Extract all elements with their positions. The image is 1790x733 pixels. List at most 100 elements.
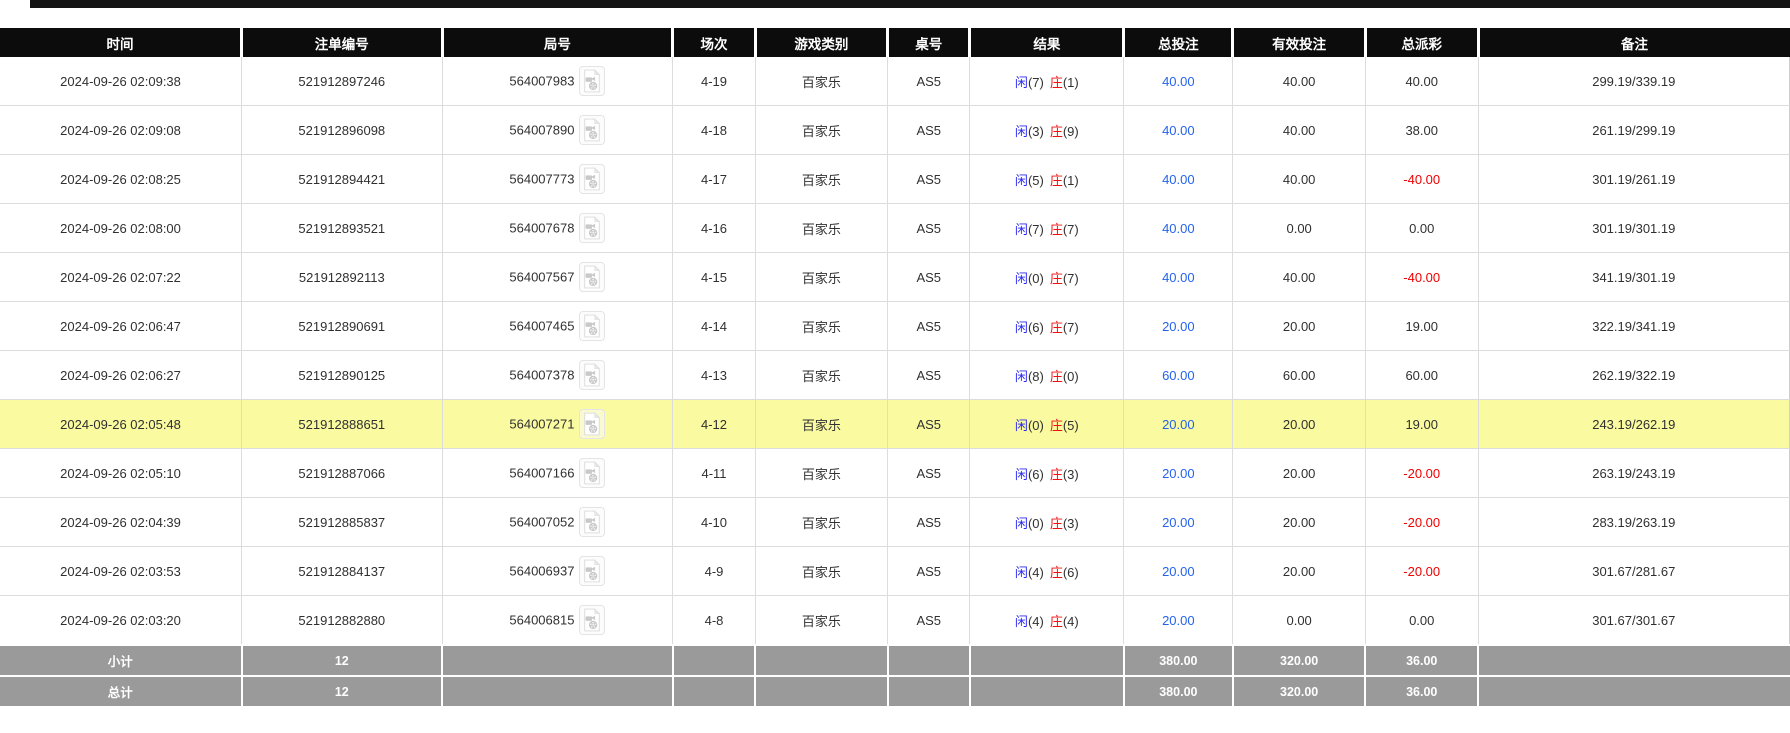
table-footer: 小计 12 380.00 320.00 36.00 总计 12 380.00 320.00 36.… <box>0 644 1790 708</box>
player-result-label: 闲 <box>1014 319 1028 335</box>
cell-payout: 38.00 <box>1364 105 1479 155</box>
cell-time: 2024-09-26 02:08:00 <box>0 203 243 253</box>
cell-result: 闲(0) 庄(5) <box>969 399 1125 449</box>
total-bet-link[interactable]: 20.00 <box>1162 466 1195 481</box>
summary-empty-cell <box>671 644 757 677</box>
video-replay-button[interactable] <box>579 115 606 145</box>
table-row: 2024-09-26 02:03:20 521912882880 564006815… <box>0 595 1790 646</box>
player-result-score: (8) <box>1027 368 1044 384</box>
cell-total-bet: 40.00 <box>1123 105 1234 155</box>
table-row: 2024-09-26 02:06:27 521912890125 564007378… <box>0 350 1790 400</box>
cell-table-no: AS5 <box>887 203 971 253</box>
cell-session: 4-19 <box>672 57 756 106</box>
cell-round-no: 564007773 <box>441 154 674 204</box>
total-bet-link[interactable]: 40.00 <box>1162 74 1195 89</box>
cell-total-bet: 20.00 <box>1123 399 1234 449</box>
column-header-valid_bet: 有效投注 <box>1231 28 1366 57</box>
summary-payout: 36.00 <box>1364 644 1480 677</box>
cell-result: 闲(7) 庄(7) <box>969 203 1125 253</box>
total-bet-link[interactable]: 20.00 <box>1162 564 1195 579</box>
player-result-label: 闲 <box>1014 172 1028 188</box>
video-replay-icon <box>584 166 601 190</box>
table-row: 2024-09-26 02:04:39 521912885837 564007052… <box>0 497 1790 547</box>
cell-order-no: 521912892113 <box>241 252 443 302</box>
total-bet-link[interactable]: 40.00 <box>1162 270 1195 285</box>
cell-table-no: AS5 <box>887 546 971 596</box>
video-replay-button[interactable] <box>579 360 606 390</box>
video-replay-icon <box>584 264 601 288</box>
cell-total-bet: 20.00 <box>1123 497 1234 547</box>
cell-result: 闲(3) 庄(9) <box>969 105 1125 155</box>
cell-session: 4-17 <box>672 154 756 204</box>
banker-result-label: 庄 <box>1049 368 1063 384</box>
summary-count: 12 <box>240 675 444 708</box>
total-bet-link[interactable]: 40.00 <box>1162 221 1195 236</box>
banker-result-score: (6) <box>1062 564 1079 580</box>
summary-empty-cell <box>886 644 971 677</box>
banker-result-label: 庄 <box>1049 613 1063 629</box>
player-result-label: 闲 <box>1014 74 1028 90</box>
cell-session: 4-13 <box>672 350 756 400</box>
video-replay-button[interactable] <box>579 213 606 243</box>
video-replay-button[interactable] <box>579 164 606 194</box>
video-replay-icon <box>584 411 601 435</box>
column-header-result: 结果 <box>968 28 1124 57</box>
summary-row-subtotal: 小计 12 380.00 320.00 36.00 <box>0 644 1790 677</box>
cell-game-type: 百家乐 <box>754 497 889 547</box>
table-row-highlighted: 2024-09-26 02:05:48 521912888651 564007271… <box>0 399 1790 449</box>
cell-remark: 301.67/301.67 <box>1477 595 1790 646</box>
video-replay-button[interactable] <box>579 556 606 586</box>
total-bet-link[interactable]: 20.00 <box>1162 613 1195 628</box>
summary-total-bet: 380.00 <box>1122 644 1234 677</box>
banker-result-score: (7) <box>1062 221 1079 237</box>
cell-round-no: 564006937 <box>441 546 674 596</box>
cell-game-type: 百家乐 <box>754 595 889 646</box>
cell-session: 4-9 <box>672 546 756 596</box>
video-replay-button[interactable] <box>579 262 606 292</box>
player-result-score: (5) <box>1027 172 1044 188</box>
cell-order-no: 521912888651 <box>241 399 443 449</box>
cell-time: 2024-09-26 02:06:47 <box>0 301 243 351</box>
cell-total-bet: 40.00 <box>1123 57 1234 106</box>
cell-total-bet: 60.00 <box>1123 350 1234 400</box>
total-bet-link[interactable]: 20.00 <box>1162 417 1195 432</box>
cell-payout: -20.00 <box>1364 497 1479 547</box>
round-number: 564007890 <box>509 122 575 138</box>
cell-payout: -20.00 <box>1364 546 1479 596</box>
total-bet-link[interactable]: 60.00 <box>1162 368 1195 383</box>
summary-empty-cell <box>886 675 971 708</box>
total-bet-link[interactable]: 20.00 <box>1162 515 1195 530</box>
cell-round-no: 564007271 <box>441 399 674 449</box>
banker-result-score: (1) <box>1062 172 1079 188</box>
bet-records-panel: 时间 注单编号 局号 场次 游戏类别 桌号 结果 总投注 有效投注 总派彩 备注 2024-09-2… <box>0 28 1790 708</box>
video-replay-button[interactable] <box>579 458 606 488</box>
cell-session: 4-15 <box>672 252 756 302</box>
video-replay-button[interactable] <box>579 605 606 635</box>
summary-valid-bet: 320.00 <box>1231 675 1367 708</box>
cell-game-type: 百家乐 <box>754 105 889 155</box>
total-bet-link[interactable]: 20.00 <box>1162 319 1195 334</box>
video-replay-button[interactable] <box>579 66 606 96</box>
total-bet-link[interactable]: 40.00 <box>1162 123 1195 138</box>
cell-order-no: 521912887066 <box>241 448 443 498</box>
video-replay-button[interactable] <box>579 409 606 439</box>
cell-valid-bet: 60.00 <box>1232 350 1366 400</box>
video-replay-button[interactable] <box>579 311 606 341</box>
cell-valid-bet: 20.00 <box>1232 497 1366 547</box>
summary-empty-cell <box>968 644 1125 677</box>
cell-order-no: 521912882880 <box>241 595 443 646</box>
player-result-score: (6) <box>1027 466 1044 482</box>
video-replay-button[interactable] <box>579 507 606 537</box>
cell-session: 4-10 <box>672 497 756 547</box>
total-bet-link[interactable]: 40.00 <box>1162 172 1195 187</box>
cell-table-no: AS5 <box>887 497 971 547</box>
cell-round-no: 564007983 <box>441 57 674 106</box>
cell-remark: 243.19/262.19 <box>1477 399 1790 449</box>
cell-round-no: 564007465 <box>441 301 674 351</box>
cell-table-no: AS5 <box>887 154 971 204</box>
round-number: 564007166 <box>509 465 575 481</box>
player-result-label: 闲 <box>1014 564 1028 580</box>
banker-result-label: 庄 <box>1049 417 1063 433</box>
cell-remark: 341.19/301.19 <box>1477 252 1790 302</box>
column-header-game_type: 游戏类别 <box>753 28 888 57</box>
